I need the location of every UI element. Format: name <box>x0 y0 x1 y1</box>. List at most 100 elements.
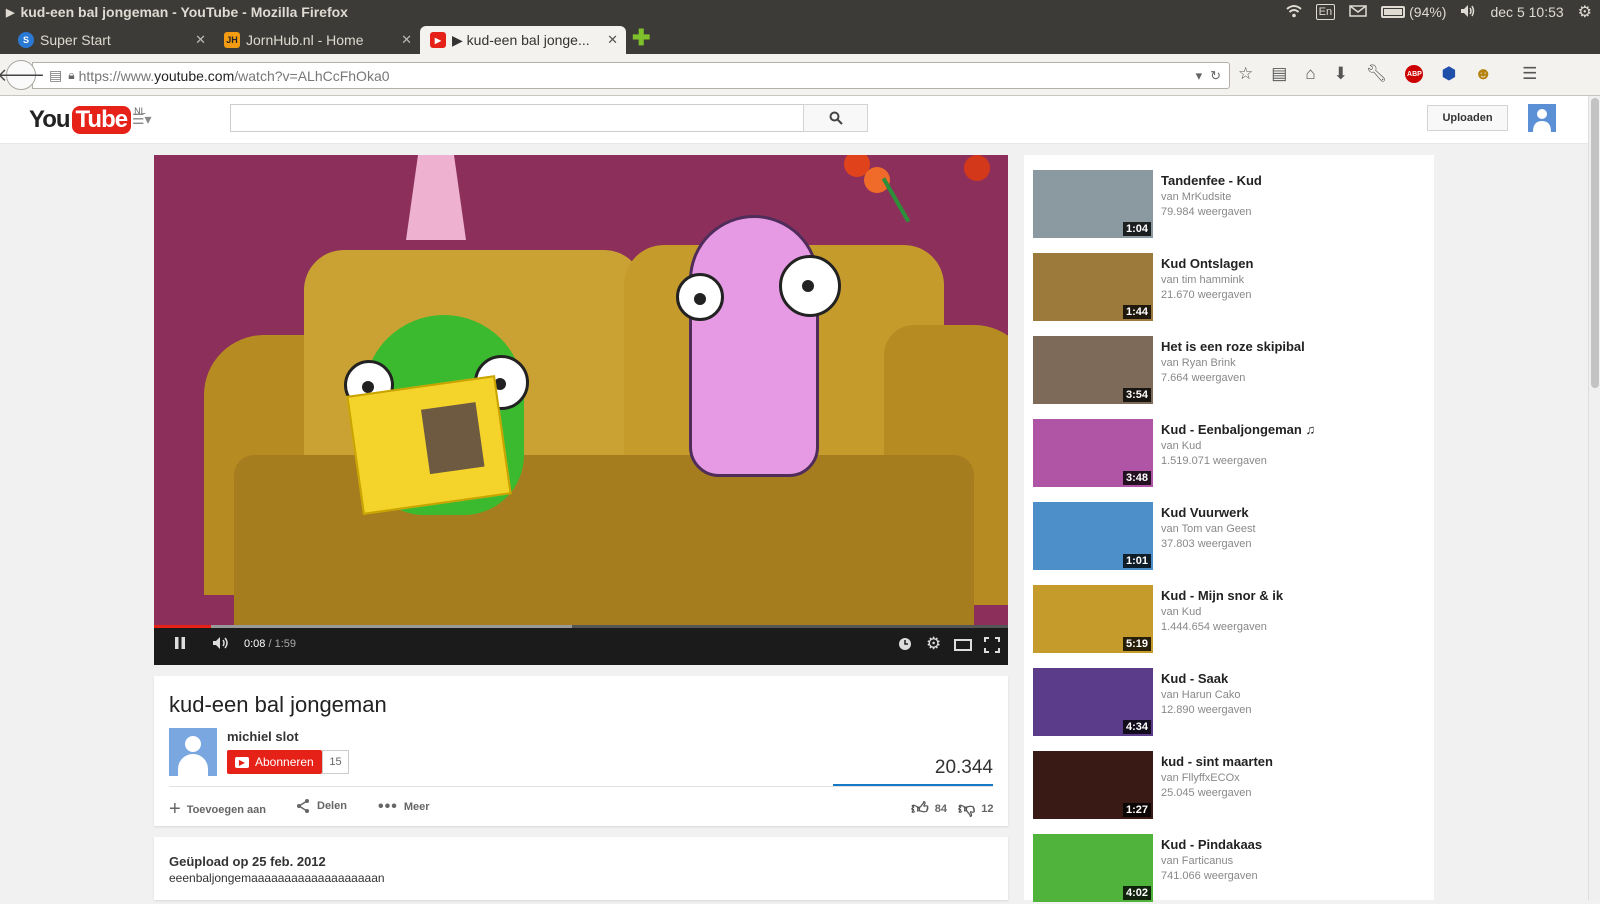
close-tab-icon[interactable]: ✕ <box>195 32 206 48</box>
reload-icon[interactable]: ↻ <box>1210 68 1221 84</box>
wrench-icon[interactable]: 🔧︎ <box>1366 64 1388 84</box>
like-count: 84 <box>934 802 948 815</box>
tab-super-start[interactable]: S Super Start ✕ <box>8 26 214 54</box>
bookmark-star-icon[interactable]: ☆ <box>1238 64 1253 84</box>
battery-icon <box>1381 6 1406 18</box>
dislike-button[interactable]: 👎︎ 12 <box>958 798 994 819</box>
youtube-play-icon: ▶ <box>235 756 249 768</box>
user-avatar[interactable] <box>1528 104 1556 132</box>
page-identity-icon[interactable]: ▤ <box>49 67 62 84</box>
video-thumbnail[interactable]: 1:04 <box>1033 170 1153 238</box>
url-bar[interactable]: ▤ 🔒︎ https://www. youtube.com/watch?v=ALh… <box>32 62 1230 89</box>
page-scrollbar[interactable] <box>1588 96 1600 900</box>
close-tab-icon[interactable]: ✕ <box>607 32 618 48</box>
close-tab-icon[interactable]: ✕ <box>401 32 412 48</box>
related-video-views: 25.045 weergaven <box>1161 787 1252 799</box>
related-video-uploader[interactable]: van Kud <box>1161 440 1201 452</box>
related-video-title[interactable]: Kud - Pindakaas <box>1161 837 1262 852</box>
download-icon[interactable]: ⬇ <box>1334 64 1348 84</box>
related-video-title[interactable]: Het is een roze skipibal <box>1161 339 1305 354</box>
video-thumbnail[interactable]: 3:48 <box>1033 419 1153 487</box>
channel-avatar[interactable] <box>169 728 217 776</box>
related-video-title[interactable]: Kud - Saak <box>1161 671 1228 686</box>
related-video-uploader[interactable]: van tim hammink <box>1161 274 1244 286</box>
related-video-uploader[interactable]: van Tom van Geest <box>1161 523 1256 535</box>
mail-icon[interactable] <box>1349 4 1367 20</box>
pause-icon[interactable] <box>174 636 186 653</box>
related-video-title[interactable]: Kud - Eenbaljongeman ♫ <box>1161 422 1315 437</box>
share-button[interactable]: Delen <box>295 798 347 814</box>
guide-menu-icon[interactable]: ☰▾ <box>132 111 152 128</box>
home-icon[interactable]: ⌂ <box>1305 64 1315 84</box>
progress-bar[interactable] <box>154 625 1008 628</box>
related-video-title[interactable]: Kud - Mijn snor & ik <box>1161 588 1283 603</box>
video-thumbnail[interactable]: 1:27 <box>1033 751 1153 819</box>
new-tab-icon[interactable]: ✚ <box>632 25 650 51</box>
youtube-logo[interactable]: You Tube NL <box>29 106 146 134</box>
tab-jornhub[interactable]: JH JornHub.nl - Home ✕ <box>214 26 420 54</box>
greasemonkey-icon[interactable]: ☻ <box>1474 64 1492 84</box>
time-display: 0:08 / 1:59 <box>244 637 296 651</box>
volume-icon[interactable] <box>212 636 232 653</box>
description-text: eeenbaljongemaaaaaaaaaaaaaaaaaaan <box>169 871 385 885</box>
related-video-item[interactable]: 3:54 Het is een roze skipibal van Ryan Bri… <box>1033 336 1423 406</box>
video-thumbnail[interactable]: 3:54 <box>1033 336 1153 404</box>
subscribe-button[interactable]: ▶ Abonneren <box>227 750 322 774</box>
video-thumbnail[interactable]: 1:44 <box>1033 253 1153 321</box>
logo-tube: Tube <box>71 106 132 134</box>
url-dropdown-icon[interactable]: ▾ <box>1196 68 1203 84</box>
related-video-uploader[interactable]: van Kud <box>1161 606 1201 618</box>
related-video-item[interactable]: 1:04 Tandenfee - Kud van MrKudsite 79.984 w… <box>1033 170 1423 240</box>
channel-name[interactable]: michiel slot <box>227 729 299 744</box>
related-video-uploader[interactable]: van FllyffxECOx <box>1161 772 1240 784</box>
back-button[interactable]: 🡐 <box>0 60 45 90</box>
related-video-item[interactable]: 1:27 kud - sint maarten van FllyffxECOx 25.… <box>1033 751 1423 821</box>
related-video-uploader[interactable]: van Farticanus <box>1161 855 1233 867</box>
related-video-title[interactable]: Tandenfee - Kud <box>1161 173 1262 188</box>
video-thumbnail[interactable]: 4:34 <box>1033 668 1153 736</box>
settings-gear-icon[interactable]: ⚙ <box>926 634 941 654</box>
clock[interactable]: dec 5 10:53 <box>1490 4 1563 20</box>
like-button[interactable]: 👍︎ 84 <box>911 798 947 819</box>
related-video-item[interactable]: 5:19 Kud - Mijn snor & ik van Kud 1.444.654… <box>1033 585 1423 655</box>
watch-later-icon[interactable] <box>898 637 912 654</box>
adblock-plus-icon[interactable]: ABP <box>1405 65 1424 83</box>
related-video-item[interactable]: 4:02 Kud - Pindakaas van Farticanus 741.066… <box>1033 834 1423 904</box>
related-video-uploader[interactable]: van MrKudsite <box>1161 191 1231 203</box>
scrollbar-thumb[interactable] <box>1591 98 1599 388</box>
system-indicators: En (94%) dec 5 10:53 ⚙ <box>1286 0 1592 24</box>
search-input[interactable] <box>230 104 804 132</box>
fullscreen-icon[interactable] <box>984 637 1000 656</box>
shield-extension-icon[interactable]: ⬢ <box>1441 64 1456 84</box>
keyboard-layout-indicator[interactable]: En <box>1315 4 1336 20</box>
volume-icon[interactable] <box>1460 4 1476 21</box>
related-video-views: 1.444.654 weergaven <box>1161 621 1267 633</box>
related-video-item[interactable]: 1:01 Kud Vuurwerk van Tom van Geest 37.803 … <box>1033 502 1423 572</box>
eye-shape <box>676 273 724 321</box>
tab-youtube-video[interactable]: ▶ ▶ kud-een bal jonge... ✕ <box>420 26 626 54</box>
related-video-title[interactable]: Kud Vuurwerk <box>1161 505 1249 520</box>
battery-indicator[interactable]: (94%) <box>1381 4 1446 20</box>
video-thumbnail[interactable]: 4:02 <box>1033 834 1153 902</box>
related-video-item[interactable]: 4:34 Kud - Saak van Harun Cako 12.890 weerg… <box>1033 668 1423 738</box>
more-button[interactable]: ••• Meer <box>378 798 430 816</box>
session-gear-icon[interactable]: ⚙ <box>1578 2 1592 22</box>
search-button[interactable] <box>803 104 868 132</box>
related-video-item[interactable]: 1:44 Kud Ontslagen van tim hammink 21.670 w… <box>1033 253 1423 323</box>
bookmarks-list-icon[interactable]: ▤ <box>1271 64 1287 84</box>
related-video-uploader[interactable]: van Ryan Brink <box>1161 357 1236 369</box>
related-video-item[interactable]: 3:48 Kud - Eenbaljongeman ♫ van Kud 1.519.0… <box>1033 419 1423 489</box>
related-video-title[interactable]: Kud Ontslagen <box>1161 256 1253 271</box>
related-video-title[interactable]: kud - sint maarten <box>1161 754 1273 769</box>
video-thumbnail[interactable]: 5:19 <box>1033 585 1153 653</box>
menu-icon[interactable]: ☰ <box>1522 64 1537 84</box>
video-frame[interactable] <box>154 155 1008 635</box>
related-video-uploader[interactable]: van Harun Cako <box>1161 689 1241 701</box>
upload-button[interactable]: Uploaden <box>1427 105 1508 131</box>
wifi-icon[interactable] <box>1286 4 1302 21</box>
theater-mode-icon[interactable] <box>954 638 972 654</box>
video-player[interactable]: 0:08 / 1:59 ⚙ <box>154 155 1008 665</box>
video-thumbnail[interactable]: 1:01 <box>1033 502 1153 570</box>
super-start-icon: S <box>18 32 34 48</box>
add-to-button[interactable]: + Toevoegen aan <box>169 798 266 821</box>
